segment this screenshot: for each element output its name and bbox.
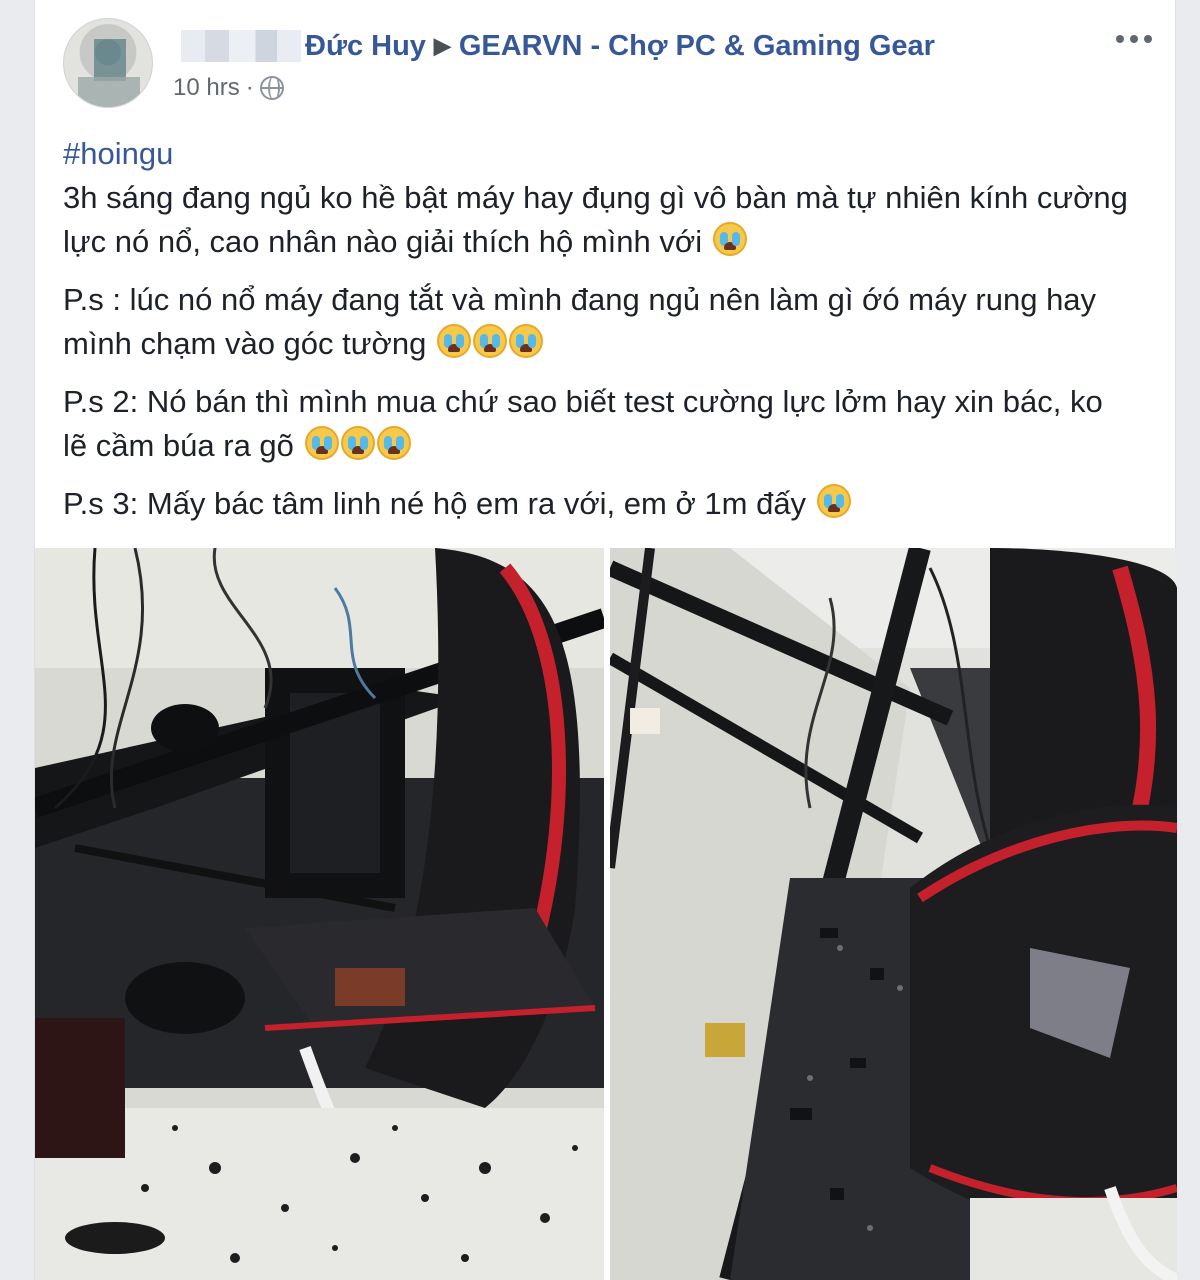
meta-separator: ·: [245, 74, 254, 101]
post-paragraph: 3h sáng đang ngủ ko hề bật máy hay đụng …: [63, 176, 1133, 264]
dot: [1116, 35, 1124, 43]
paragraph-text: 3h sáng đang ngủ ko hề bật máy hay đụng …: [63, 180, 1128, 259]
avatar-blur: [94, 39, 126, 81]
crying-face-icon: [472, 324, 507, 358]
crying-face-icon: [712, 222, 747, 256]
avatar-blur: [78, 77, 140, 107]
group-link[interactable]: GEARVN - Chợ PC & Gaming Gear: [459, 30, 935, 63]
author-name-blurred[interactable]: [181, 30, 301, 62]
hashtag-link[interactable]: #hoingu: [63, 132, 1133, 176]
post-card: Đức Huy ▶ GEARVN - Chợ PC & Gaming Gear …: [34, 0, 1177, 1280]
author-name[interactable]: Đức Huy: [305, 30, 426, 63]
post-meta: 10 hrs ·: [173, 74, 284, 102]
post-title-line: Đức Huy ▶ GEARVN - Chợ PC & Gaming Gear: [173, 26, 935, 66]
dot: [1130, 35, 1138, 43]
author-avatar[interactable]: [63, 18, 153, 108]
broken-desk-photo-left: [35, 548, 604, 1280]
crying-face-icon: [340, 426, 375, 460]
more-options-icon[interactable]: [1111, 24, 1157, 54]
triangle-right-icon: ▶: [433, 33, 451, 58]
post-photo-left[interactable]: [35, 548, 604, 1280]
post-time[interactable]: 10 hrs: [173, 74, 240, 102]
dot: [1144, 35, 1152, 43]
crying-face-icon: [376, 426, 411, 460]
post-paragraph: P.s : lúc nó nổ máy đang tắt và mình đan…: [63, 278, 1133, 366]
crying-face-icon: [304, 426, 339, 460]
crying-face-icon: [436, 324, 471, 358]
broken-desk-photo-right: [610, 548, 1177, 1280]
paragraph-text: P.s : lúc nó nổ máy đang tắt và mình đan…: [63, 282, 1097, 361]
post-text: #hoingu 3h sáng đang ngủ ko hề bật máy h…: [63, 132, 1133, 526]
post-paragraph: P.s 3: Mấy bác tâm linh né hộ em ra với,…: [63, 482, 1133, 526]
crying-face-icon: [508, 324, 543, 358]
post-photo-right[interactable]: [610, 548, 1177, 1280]
globe-icon[interactable]: [259, 76, 284, 100]
post-header: Đức Huy ▶ GEARVN - Chợ PC & Gaming Gear …: [35, 0, 1175, 124]
post-paragraph: P.s 2: Nó bán thì mình mua chứ sao biết …: [63, 380, 1133, 468]
crying-face-icon: [816, 484, 851, 518]
paragraph-text: P.s 3: Mấy bác tâm linh né hộ em ra với,…: [63, 486, 807, 521]
paragraph-text: P.s 2: Nó bán thì mình mua chứ sao biết …: [63, 384, 1103, 463]
